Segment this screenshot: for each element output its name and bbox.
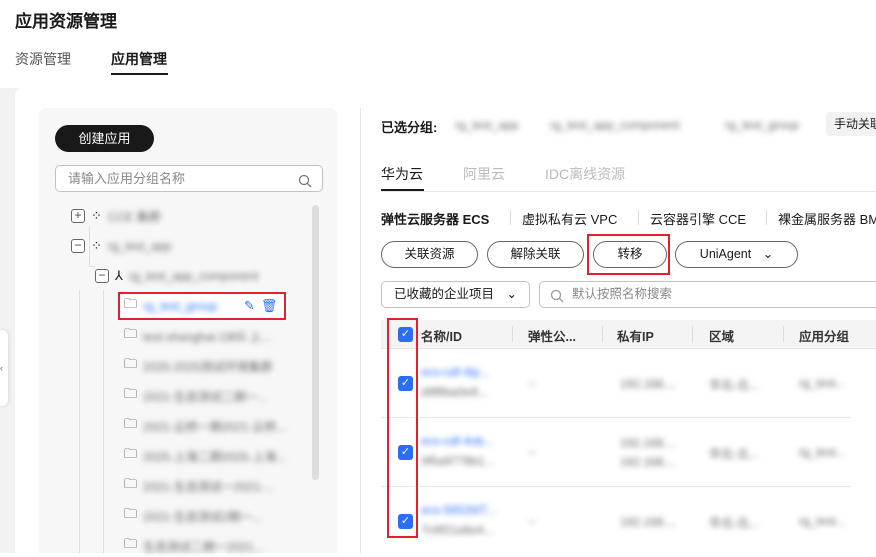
page-title: 应用资源管理 <box>15 12 117 31</box>
folder-icon: 🗀 <box>124 476 138 491</box>
row-eip: -- <box>528 514 536 528</box>
highlight-checkboxes <box>387 318 418 538</box>
row-name-link[interactable]: ecs-5652bf7... <box>421 503 497 517</box>
component-icon: ⅄ <box>115 268 123 283</box>
tree-node[interactable]: 🗀 2021-生态测试二期一... <box>124 385 268 407</box>
tree-guide <box>79 290 80 553</box>
collapse-handle[interactable]: ‹ <box>0 330 8 406</box>
manual-associate-button[interactable]: 手动关联 <box>826 112 876 136</box>
search-placeholder: 请输入应用分组名称 <box>68 171 186 186</box>
chevron-down-icon: ⌄ <box>506 287 517 301</box>
tab-aliyun[interactable]: 阿里云 <box>463 164 505 184</box>
highlight-transfer <box>587 234 670 275</box>
row-id: 0f5a9778b1... <box>421 454 495 468</box>
active-tab-indicator <box>111 73 168 75</box>
tree-node[interactable]: 🗀 2025-上海二期2025-上海... <box>124 445 286 467</box>
active-tab-indicator <box>381 189 424 191</box>
row-eip: -- <box>528 445 536 459</box>
collapse-icon[interactable]: − <box>71 239 85 253</box>
selected-group-label: 已选分组: <box>381 120 438 135</box>
search-icon <box>298 171 312 196</box>
folder-icon: 🗀 <box>124 446 138 461</box>
tab-app-management[interactable]: 应用管理 <box>111 49 167 69</box>
tree-node[interactable]: 🗀 2025-2025测试环境集群 <box>124 355 272 377</box>
separator <box>510 210 511 225</box>
tab-baseline <box>381 191 876 192</box>
uniagent-dropdown[interactable]: UniAgent ⌄ <box>675 241 798 268</box>
resource-search-input[interactable]: 默认按照名称搜索 <box>539 281 876 308</box>
subtab-ecs[interactable]: 弹性云服务器 ECS <box>381 209 489 228</box>
row-name-link[interactable]: ecs-cdf-4ip... <box>421 365 490 379</box>
selected-path-2: rg_test_app_component <box>550 118 680 132</box>
folder-icon: 🗀 <box>124 356 138 371</box>
row-name-link[interactable]: ecs-cdf-4ob... <box>421 434 494 448</box>
associate-resource-button[interactable]: 关联资源 <box>381 241 478 268</box>
tab-idc-offline[interactable]: IDC离线资源 <box>545 164 625 184</box>
row-region: 华北-北... <box>709 516 759 530</box>
row-eip: -- <box>528 376 536 390</box>
tree-node[interactable]: + ⁘ CCE 集群 <box>71 205 161 227</box>
row-divider <box>381 486 851 487</box>
expand-icon[interactable]: + <box>71 209 85 223</box>
app-icon: ⁘ <box>91 238 102 253</box>
row-group: rg_test... <box>799 514 846 528</box>
separator <box>766 210 767 225</box>
panel-divider <box>360 108 361 553</box>
col-sep <box>602 326 603 342</box>
selected-path-3: rg_test_group <box>725 118 800 132</box>
folder-icon: 🗀 <box>124 416 138 431</box>
collapse-icon[interactable]: − <box>95 269 109 283</box>
row-region: 华北-北... <box>709 378 759 392</box>
row-divider <box>381 417 851 418</box>
tree-node[interactable]: − ⅄ rg_test_app_component <box>95 265 258 287</box>
col-region[interactable]: 区域 <box>709 326 734 345</box>
tree-node[interactable]: 🗀 2021-生态测试一2021-... <box>124 475 274 497</box>
tree-guide <box>103 290 104 553</box>
selected-path-1: rg_test_app <box>455 118 519 132</box>
row-group: rg_test... <box>799 445 846 459</box>
subtab-vpc[interactable]: 虚拟私有云 VPC <box>522 209 617 228</box>
row-ip: 192.168.... <box>620 436 677 450</box>
tree-node[interactable]: 🗀 生态测试二期一2021... <box>124 535 264 557</box>
tree-node[interactable]: 🗀 2021-生态测试2期一... <box>124 505 262 527</box>
uniagent-label: UniAgent <box>699 247 752 261</box>
row-group: rg_test... <box>799 376 846 390</box>
col-sep <box>512 326 513 342</box>
tree-node[interactable]: − ⁘ rg_test_app <box>71 235 171 257</box>
row-region: 华北-北... <box>709 447 759 461</box>
col-private-ip[interactable]: 私有IP <box>617 326 654 345</box>
subtab-bms[interactable]: 裸金属服务器 BMS <box>778 209 876 228</box>
col-sep <box>783 326 784 342</box>
row-id: d9f8ba0e9... <box>421 385 488 399</box>
chevron-down-icon: ⌄ <box>762 247 774 261</box>
highlight-selected-group <box>118 292 286 320</box>
row-ip: 192.168.... <box>620 455 677 469</box>
tree-scrollbar[interactable] <box>312 205 319 480</box>
folder-icon: 🗀 <box>124 536 138 551</box>
row-id: 7c9f21a6e4... <box>421 523 494 537</box>
separator <box>638 210 639 225</box>
col-eip[interactable]: 弹性公... <box>528 326 576 345</box>
app-icon: ⁘ <box>91 208 102 223</box>
dropdown-value: 已收藏的企业项目 <box>394 287 495 301</box>
tab-resource-management[interactable]: 资源管理 <box>15 49 71 69</box>
col-name[interactable]: 名称/ID <box>421 326 462 345</box>
col-app-group[interactable]: 应用分组 <box>799 326 849 345</box>
row-ip: 192.168.... <box>620 515 677 529</box>
row-ip: 192.168.... <box>620 377 677 391</box>
tab-huawei-cloud[interactable]: 华为云 <box>381 164 423 184</box>
search-placeholder: 默认按照名称搜索 <box>572 287 673 301</box>
search-icon <box>550 287 564 312</box>
disassociate-button[interactable]: 解除关联 <box>487 241 584 268</box>
tree-node[interactable]: 🗀 2021-云桥一期2021-云桥... <box>124 415 286 437</box>
tree-node[interactable]: 🗀 test-shanghai-1905 上... <box>124 325 271 347</box>
col-sep <box>692 326 693 342</box>
folder-icon: 🗀 <box>124 386 138 401</box>
group-search-input[interactable]: 请输入应用分组名称 <box>55 165 323 192</box>
folder-icon: 🗀 <box>124 506 138 521</box>
folder-icon: 🗀 <box>124 326 138 341</box>
create-app-button[interactable]: 创建应用 <box>55 125 154 152</box>
subtab-cce[interactable]: 云容器引擎 CCE <box>650 209 746 228</box>
enterprise-project-dropdown[interactable]: 已收藏的企业项目 ⌄ <box>381 281 530 308</box>
